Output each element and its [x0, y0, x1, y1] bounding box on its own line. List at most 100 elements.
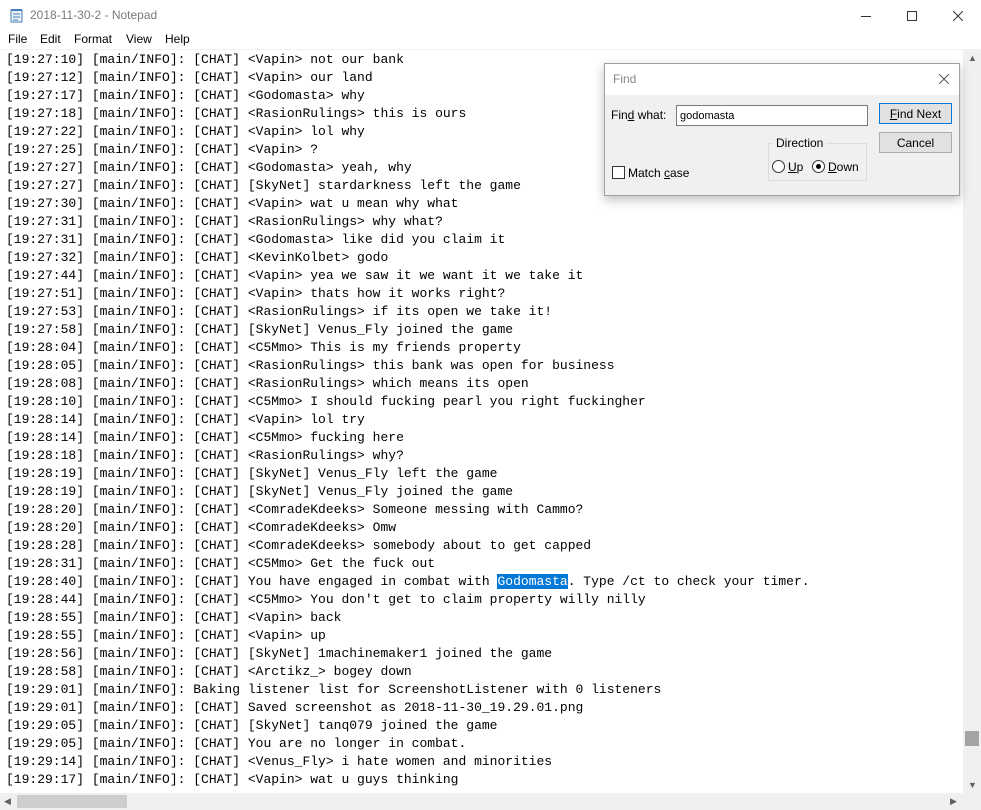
menu-view[interactable]: View	[126, 32, 152, 46]
text-line-content: [19:28:55] [main/INFO]: [CHAT] <Vapin> u…	[6, 628, 326, 643]
find-what-label-text: Find what:	[611, 108, 667, 122]
text-line: [19:27:58] [main/INFO]: [CHAT] [SkyNet] …	[6, 321, 810, 339]
text-line: [19:28:19] [main/INFO]: [CHAT] [SkyNet] …	[6, 483, 810, 501]
horizontal-scrollbar[interactable]: ◀ ▶	[0, 793, 963, 810]
text-line-content: [19:28:20] [main/INFO]: [CHAT] <ComradeK…	[6, 502, 584, 517]
find-next-button[interactable]: Find Next	[879, 103, 952, 124]
scroll-down-arrow-icon[interactable]: ▼	[968, 781, 977, 790]
direction-up-radio[interactable]	[772, 160, 785, 173]
minimize-button[interactable]	[843, 0, 889, 31]
text-line-content: [19:28:14] [main/INFO]: [CHAT] <Vapin> l…	[6, 412, 365, 427]
direction-label: Direction	[773, 136, 827, 150]
text-line: [19:28:14] [main/INFO]: [CHAT] <Vapin> l…	[6, 411, 810, 429]
radio-selected-dot	[816, 164, 821, 169]
text-line-content: [19:27:58] [main/INFO]: [CHAT] [SkyNet] …	[6, 322, 514, 337]
notepad-icon	[10, 8, 24, 23]
text-line-content: [19:27:31] [main/INFO]: [CHAT] <Godomast…	[6, 232, 506, 247]
cancel-button[interactable]: Cancel	[879, 132, 952, 153]
text-line: [19:29:01] [main/INFO]: Baking listener …	[6, 681, 810, 699]
menu-help[interactable]: Help	[165, 32, 190, 46]
text-line: [19:27:30] [main/INFO]: [CHAT] <Vapin> w…	[6, 195, 810, 213]
text-line: [19:28:44] [main/INFO]: [CHAT] <C5Mmo> Y…	[6, 591, 810, 609]
text-line-content: [19:29:01] [main/INFO]: Baking listener …	[6, 682, 662, 697]
scroll-left-arrow-icon[interactable]: ◀	[4, 797, 11, 806]
text-line: [19:27:31] [main/INFO]: [CHAT] <Godomast…	[6, 231, 810, 249]
text-line: [19:28:08] [main/INFO]: [CHAT] <RasionRu…	[6, 375, 810, 393]
text-line: [19:29:05] [main/INFO]: [CHAT] [SkyNet] …	[6, 717, 810, 735]
text-line: [19:29:01] [main/INFO]: [CHAT] Saved scr…	[6, 699, 810, 717]
text-line-content: [19:28:19] [main/INFO]: [CHAT] [SkyNet] …	[6, 484, 514, 499]
text-line-content: [19:29:05] [main/INFO]: [CHAT] [SkyNet] …	[6, 718, 498, 733]
text-line: [19:28:20] [main/INFO]: [CHAT] <ComradeK…	[6, 501, 810, 519]
match-case-checkbox[interactable]	[612, 166, 625, 179]
text-line-content: [19:29:14] [main/INFO]: [CHAT] <Venus_Fl…	[6, 754, 553, 769]
find-dialog-close-button[interactable]	[935, 70, 953, 88]
text-line: [19:28:55] [main/INFO]: [CHAT] <Vapin> u…	[6, 627, 810, 645]
text-line: [19:29:14] [main/INFO]: [CHAT] <Venus_Fl…	[6, 753, 810, 771]
text-line: [19:28:14] [main/INFO]: [CHAT] <C5Mmo> f…	[6, 429, 810, 447]
text-line: [19:28:19] [main/INFO]: [CHAT] [SkyNet] …	[6, 465, 810, 483]
find-dialog-title-bar: Find	[605, 64, 959, 95]
text-line: [19:27:44] [main/INFO]: [CHAT] <Vapin> y…	[6, 267, 810, 285]
text-line: [19:28:04] [main/INFO]: [CHAT] <C5Mmo> T…	[6, 339, 810, 357]
menu-edit[interactable]: Edit	[40, 32, 61, 46]
scroll-right-arrow-icon[interactable]: ▶	[950, 797, 957, 806]
text-line-content: [19:29:05] [main/INFO]: [CHAT] You are n…	[6, 736, 467, 751]
text-line: [19:28:58] [main/INFO]: [CHAT] <Arctikz_…	[6, 663, 810, 681]
text-line: [19:28:31] [main/INFO]: [CHAT] <C5Mmo> G…	[6, 555, 810, 573]
vertical-scroll-thumb[interactable]	[965, 731, 979, 746]
menu-format[interactable]: Format	[74, 32, 112, 46]
scroll-up-arrow-icon[interactable]: ▲	[968, 54, 977, 63]
text-line: [19:28:20] [main/INFO]: [CHAT] <ComradeK…	[6, 519, 810, 537]
text-line: [19:29:05] [main/INFO]: [CHAT] You are n…	[6, 735, 810, 753]
direction-up-label[interactable]: Up	[788, 160, 803, 174]
text-line: [19:27:51] [main/INFO]: [CHAT] <Vapin> t…	[6, 285, 810, 303]
direction-down-radio[interactable]	[812, 160, 825, 173]
close-button[interactable]	[935, 0, 981, 31]
text-line: [19:28:10] [main/INFO]: [CHAT] <C5Mmo> I…	[6, 393, 810, 411]
match-case-label[interactable]: Match case	[628, 166, 689, 180]
text-line-content: [19:28:55] [main/INFO]: [CHAT] <Vapin> b…	[6, 610, 342, 625]
text-line-content: [19:27:22] [main/INFO]: [CHAT] <Vapin> l…	[6, 124, 365, 139]
text-line: [19:27:31] [main/INFO]: [CHAT] <RasionRu…	[6, 213, 810, 231]
text-line-content: [19:28:04] [main/INFO]: [CHAT] <C5Mmo> T…	[6, 340, 521, 355]
text-line-content: [19:28:28] [main/INFO]: [CHAT] <ComradeK…	[6, 538, 592, 553]
text-line-content: [19:28:56] [main/INFO]: [CHAT] [SkyNet] …	[6, 646, 553, 661]
maximize-button[interactable]	[889, 0, 935, 31]
text-line: [19:28:28] [main/INFO]: [CHAT] <ComradeK…	[6, 537, 810, 555]
text-line-content: [19:27:27] [main/INFO]: [CHAT] <Godomast…	[6, 160, 412, 175]
text-line-content: [19:28:58] [main/INFO]: [CHAT] <Arctikz_…	[6, 664, 412, 679]
close-icon	[953, 10, 963, 21]
vertical-scrollbar[interactable]: ▲ ▼	[963, 50, 981, 793]
text-line-content: [19:28:19] [main/INFO]: [CHAT] [SkyNet] …	[6, 466, 498, 481]
text-line-content: [19:28:20] [main/INFO]: [CHAT] <ComradeK…	[6, 520, 397, 535]
text-line-content: [19:28:31] [main/INFO]: [CHAT] <C5Mmo> G…	[6, 556, 436, 571]
text-line-content: [19:28:44] [main/INFO]: [CHAT] <C5Mmo> Y…	[6, 592, 646, 607]
text-line-content: [19:28:05] [main/INFO]: [CHAT] <RasionRu…	[6, 358, 615, 373]
text-line: [19:28:56] [main/INFO]: [CHAT] [SkyNet] …	[6, 645, 810, 663]
find-dialog: Find Find what: Find Next Cancel Directi…	[604, 63, 960, 196]
text-line-content: [19:27:32] [main/INFO]: [CHAT] <KevinKol…	[6, 250, 389, 265]
text-line-content: [19:27:12] [main/INFO]: [CHAT] <Vapin> o…	[6, 70, 373, 85]
text-line: [19:27:32] [main/INFO]: [CHAT] <KevinKol…	[6, 249, 810, 267]
text-line-content: [19:27:18] [main/INFO]: [CHAT] <RasionRu…	[6, 106, 467, 121]
text-line-content: [19:27:25] [main/INFO]: [CHAT] <Vapin> ?	[6, 142, 319, 157]
text-line-content: [19:29:17] [main/INFO]: [CHAT] <Vapin> w…	[6, 772, 459, 787]
text-line-content: [19:28:08] [main/INFO]: [CHAT] <RasionRu…	[6, 376, 529, 391]
text-line-content: [19:28:40] [main/INFO]: [CHAT] You have …	[6, 574, 498, 589]
text-line: [19:28:40] [main/INFO]: [CHAT] You have …	[6, 573, 810, 591]
horizontal-scroll-thumb[interactable]	[17, 795, 127, 808]
minimize-icon	[861, 15, 871, 17]
menu-file[interactable]: File	[8, 32, 27, 46]
direction-down-label[interactable]: Down	[828, 160, 859, 174]
text-line-content: [19:28:10] [main/INFO]: [CHAT] <C5Mmo> I…	[6, 394, 646, 409]
text-line-content: [19:28:18] [main/INFO]: [CHAT] <RasionRu…	[6, 448, 404, 463]
text-line-content: [19:27:51] [main/INFO]: [CHAT] <Vapin> t…	[6, 286, 506, 301]
find-dialog-title: Find	[613, 72, 637, 86]
text-line: [19:27:53] [main/INFO]: [CHAT] <RasionRu…	[6, 303, 810, 321]
window-title: 2018-11-30-2 - Notepad	[30, 8, 158, 22]
search-match-highlight: Godomasta	[497, 574, 568, 589]
find-what-input[interactable]	[676, 105, 868, 126]
text-line: [19:29:17] [main/INFO]: [CHAT] <Vapin> w…	[6, 771, 810, 789]
text-line: [19:28:55] [main/INFO]: [CHAT] <Vapin> b…	[6, 609, 810, 627]
